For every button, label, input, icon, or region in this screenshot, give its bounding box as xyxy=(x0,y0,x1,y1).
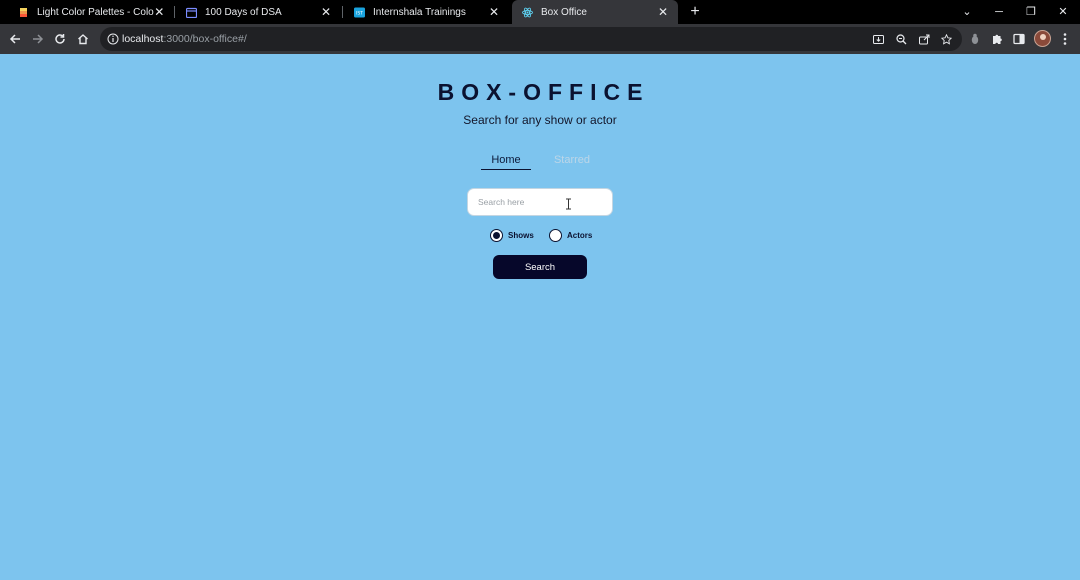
browser-toolbar: localhost:3000/box-office#/ xyxy=(0,24,1080,54)
radio-actors[interactable]: Actors xyxy=(549,229,592,242)
url-path: :3000/box-office#/ xyxy=(163,33,247,45)
tab-title: Box Office xyxy=(541,6,587,18)
react-icon xyxy=(522,7,533,17)
profile-avatar[interactable] xyxy=(1034,30,1051,47)
puzzle-icon[interactable] xyxy=(990,32,1004,46)
nav-starred-link[interactable]: Starred xyxy=(552,154,592,166)
tab-search-icon[interactable]: ⌄ xyxy=(951,0,983,24)
new-tab-button[interactable]: + xyxy=(686,2,704,22)
radio-shows[interactable]: Shows xyxy=(490,229,534,242)
tab-separator xyxy=(174,6,175,18)
close-icon[interactable]: ✕ xyxy=(487,5,501,19)
url-text[interactable]: localhost:3000/box-office#/ xyxy=(122,33,247,45)
reload-icon[interactable] xyxy=(51,30,69,48)
radio-shows-label: Shows xyxy=(508,231,534,240)
tab-100-days-dsa[interactable]: 100 Days of DSA ✕ xyxy=(176,0,341,24)
address-bar[interactable]: localhost:3000/box-office#/ xyxy=(100,27,962,51)
internshala-icon: IST xyxy=(354,7,365,17)
url-host: localhost xyxy=(122,33,164,45)
close-icon[interactable]: ✕ xyxy=(656,5,670,19)
forward-icon[interactable] xyxy=(29,30,47,48)
bookmark-star-icon[interactable] xyxy=(939,32,953,46)
radio-selected-dot xyxy=(493,232,500,239)
color-hunt-icon xyxy=(20,7,27,17)
app-subtitle: Search for any show or actor xyxy=(463,113,617,127)
more-menu-icon[interactable] xyxy=(1058,32,1072,46)
restore-icon[interactable]: ❐ xyxy=(1015,0,1047,24)
side-panel-icon[interactable] xyxy=(1012,32,1026,46)
search-button[interactable]: Search xyxy=(493,255,587,279)
site-info-icon[interactable] xyxy=(107,33,119,45)
browser-tab-strip: Light Color Palettes - Color Hunt ✕ 100 … xyxy=(0,0,1080,24)
radio-shows-circle[interactable] xyxy=(490,229,503,242)
back-icon[interactable] xyxy=(6,30,24,48)
extension-icon[interactable] xyxy=(968,32,982,46)
tab-title: 100 Days of DSA xyxy=(205,6,282,18)
window-close-icon[interactable]: ✕ xyxy=(1047,0,1079,24)
calendar-icon xyxy=(186,7,197,18)
close-icon[interactable]: ✕ xyxy=(319,5,333,19)
tab-internshala[interactable]: IST Internshala Trainings ✕ xyxy=(344,0,509,24)
app-title: BOX-OFFICE xyxy=(437,79,650,105)
install-app-icon[interactable] xyxy=(871,32,885,46)
radio-actors-circle[interactable] xyxy=(549,229,562,242)
tab-box-office[interactable]: Box Office ✕ xyxy=(512,0,678,24)
minimize-icon[interactable]: ─ xyxy=(983,0,1015,24)
close-icon[interactable]: ✕ xyxy=(154,5,165,19)
text-cursor-icon xyxy=(566,198,571,210)
zoom-icon[interactable] xyxy=(894,32,908,46)
search-input[interactable] xyxy=(467,188,613,216)
home-icon[interactable] xyxy=(74,30,92,48)
tab-separator xyxy=(342,6,343,18)
tab-color-hunt[interactable]: Light Color Palettes - Color Hunt ✕ xyxy=(8,0,173,24)
page-body: BOX-OFFICE Search for any show or actor … xyxy=(0,54,1080,580)
tab-title: Internshala Trainings xyxy=(373,6,466,18)
nav-home-link[interactable]: Home xyxy=(481,154,531,170)
radio-actors-label: Actors xyxy=(567,231,593,240)
share-icon[interactable] xyxy=(917,32,931,46)
svg-text:IST: IST xyxy=(356,10,363,16)
tab-title: Light Color Palettes - Color Hunt xyxy=(37,6,154,18)
